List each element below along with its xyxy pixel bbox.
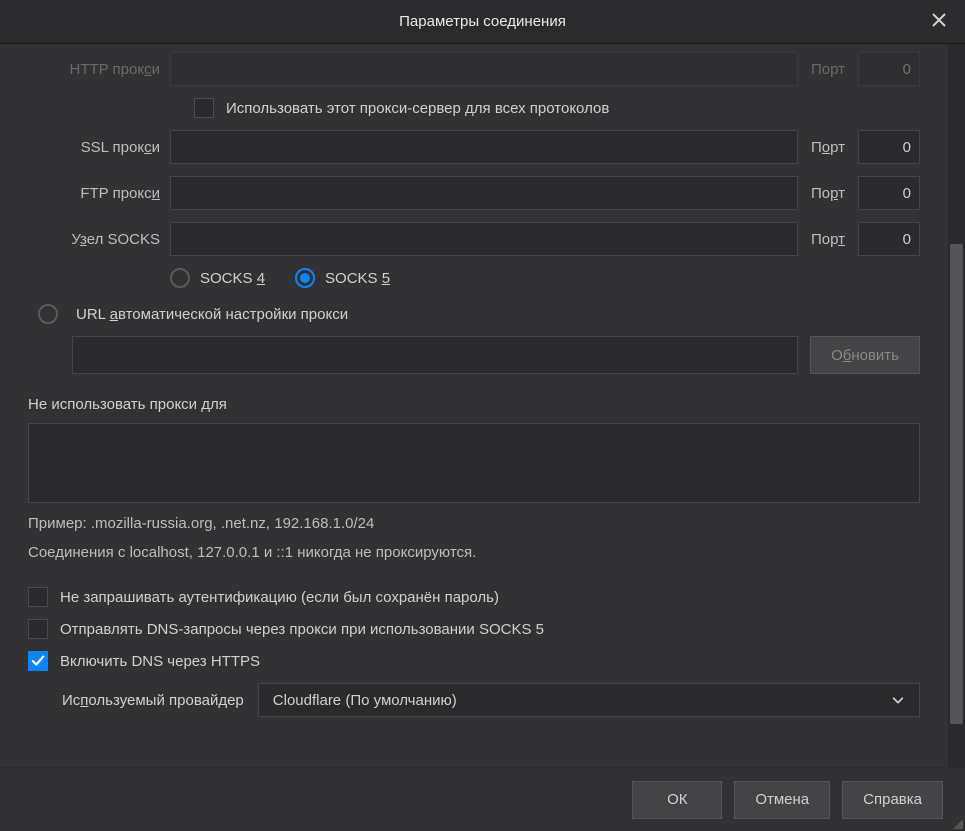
no-auth-checkbox[interactable] [28, 587, 48, 607]
no-auth-row: Не запрашивать аутентификацию (если был … [28, 587, 920, 607]
no-proxy-textarea[interactable] [28, 423, 920, 503]
socks-proxy-row: Узел SOCKS Порт [28, 222, 920, 256]
socks-dns-label: Отправлять DNS-запросы через прокси при … [60, 621, 544, 638]
no-proxy-example: Пример: .mozilla-russia.org, .net.nz, 19… [28, 513, 920, 534]
no-proxy-localhost-note: Соединения с localhost, 127.0.0.1 и ::1 … [28, 542, 920, 563]
close-button[interactable] [931, 12, 951, 32]
doh-checkbox[interactable] [28, 651, 48, 671]
autoconf-label: URL автоматической настройки прокси [76, 306, 348, 323]
no-proxy-label: Не использовать прокси для [28, 396, 920, 413]
doh-row: Включить DNS через HTTPS [28, 651, 920, 671]
http-proxy-label: HTTP прокси [28, 61, 170, 78]
http-port-input[interactable] [858, 52, 920, 86]
dialog-footer: ОК Отмена Справка [0, 767, 965, 831]
doh-label: Включить DNS через HTTPS [60, 653, 260, 670]
chevron-down-icon [891, 693, 905, 707]
check-icon [31, 654, 45, 668]
provider-row: Используемый провайдер Cloudflare (По ум… [62, 683, 920, 717]
socks-proxy-label: Узел SOCKS [28, 231, 170, 248]
socks5-radio[interactable] [295, 268, 315, 288]
ssl-port-input[interactable] [858, 130, 920, 164]
ftp-port-input[interactable] [858, 176, 920, 210]
socks4-label: SOCKS 4 [200, 270, 265, 287]
autoconf-url-row: Обновить [72, 336, 920, 374]
socks-port-label: Порт [798, 231, 858, 248]
ftp-port-label: Порт [798, 185, 858, 202]
autoconf-url-input[interactable] [72, 336, 798, 374]
http-proxy-input[interactable] [170, 52, 798, 86]
socks-dns-row: Отправлять DNS-запросы через прокси при … [28, 619, 920, 639]
dialog-title: Параметры соединения [399, 13, 566, 30]
socks-dns-checkbox[interactable] [28, 619, 48, 639]
reload-button[interactable]: Обновить [810, 336, 920, 374]
ssl-proxy-label: SSL прокси [28, 139, 170, 156]
share-proxy-label: Использовать этот прокси-сервер для всех… [226, 100, 609, 117]
ssl-port-label: Порт [798, 139, 858, 156]
ssl-proxy-row: SSL прокси Порт [28, 130, 920, 164]
ssl-proxy-input[interactable] [170, 130, 798, 164]
scrollbar[interactable] [948, 44, 965, 767]
ftp-proxy-row: FTP прокси Порт [28, 176, 920, 210]
provider-select[interactable]: Cloudflare (По умолчанию) [258, 683, 920, 717]
socks4-option[interactable]: SOCKS 4 [170, 268, 265, 288]
close-icon [931, 12, 947, 28]
autoconf-radio[interactable] [38, 304, 58, 324]
socks-version-row: SOCKS 4 SOCKS 5 [170, 268, 920, 288]
http-proxy-row: HTTP прокси Порт [28, 52, 920, 86]
ok-button[interactable]: ОК [632, 781, 722, 819]
no-auth-label: Не запрашивать аутентификацию (если был … [60, 589, 499, 606]
http-port-label: Порт [798, 61, 858, 78]
socks4-radio[interactable] [170, 268, 190, 288]
provider-value: Cloudflare (По умолчанию) [273, 692, 457, 709]
socks-port-input[interactable] [858, 222, 920, 256]
ftp-proxy-label: FTP прокси [28, 185, 170, 202]
scrollbar-thumb[interactable] [950, 244, 963, 724]
cancel-button[interactable]: Отмена [734, 781, 830, 819]
share-proxy-row: Использовать этот прокси-сервер для всех… [194, 98, 920, 118]
titlebar: Параметры соединения [0, 0, 965, 44]
resize-grip[interactable] [949, 815, 963, 829]
share-proxy-checkbox[interactable] [194, 98, 214, 118]
socks-proxy-input[interactable] [170, 222, 798, 256]
ftp-proxy-input[interactable] [170, 176, 798, 210]
socks5-option[interactable]: SOCKS 5 [295, 268, 390, 288]
provider-label: Используемый провайдер [62, 692, 244, 709]
socks5-label: SOCKS 5 [325, 270, 390, 287]
autoconf-row: URL автоматической настройки прокси [28, 304, 920, 324]
help-button[interactable]: Справка [842, 781, 943, 819]
